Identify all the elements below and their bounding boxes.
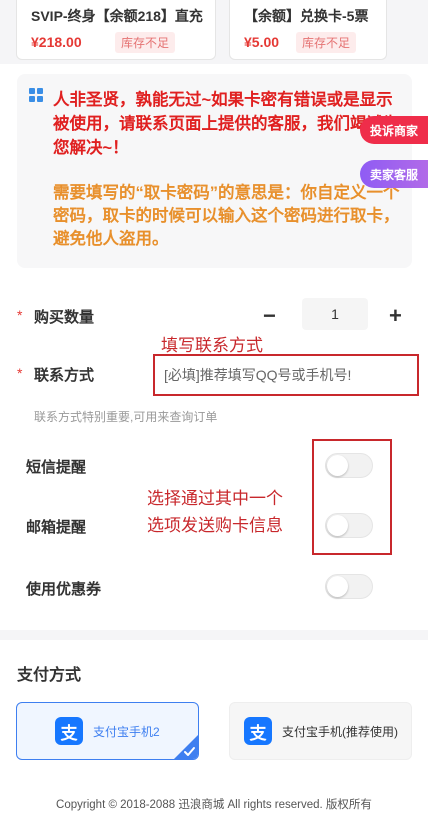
product-card[interactable]: SVIP-终身【余额218】直充 ¥218.00 库存不足 xyxy=(16,0,216,60)
stock-badge: 库存不足 xyxy=(115,32,176,53)
grid-icon xyxy=(29,88,43,102)
annotation-choose-line2: 选项发送购卡信息 xyxy=(147,516,283,535)
product-price: ¥218.00 xyxy=(31,34,82,50)
payment-option-label: 支付宝手机(推荐使用) xyxy=(282,724,398,739)
product-name: 【余额】兑换卡-5票 xyxy=(244,8,369,24)
complain-seller-button[interactable]: 投诉商家 xyxy=(360,116,428,144)
quantity-decrement-button[interactable]: − xyxy=(263,303,276,329)
contact-hint: 联系方式特别重要,可用来查询订单 xyxy=(34,410,218,424)
coupon-toggle[interactable] xyxy=(325,574,373,599)
sms-notify-label: 短信提醒 xyxy=(26,459,87,476)
payment-option-label: 支付宝手机2 xyxy=(93,724,160,739)
product-strip: SVIP-终身【余额218】直充 ¥218.00 库存不足 【余额】兑换卡-5票… xyxy=(0,0,428,64)
annotation-contact: 填写联系方式 xyxy=(161,336,263,355)
stock-badge: 库存不足 xyxy=(296,32,357,53)
product-price: ¥5.00 xyxy=(244,34,280,50)
seller-service-button[interactable]: 卖家客服 xyxy=(360,160,428,188)
notice-box: 人非圣贤，孰能无过~如果卡密有错误或是显示被使用，请联系页面上提供的客服，我们竭… xyxy=(17,74,412,268)
contact-label: 联系方式 xyxy=(34,367,95,384)
notice-password-text: 需要填写的“取卡密码”的意思是：你自定义一个密码，取卡的时候可以输入这个密码进行… xyxy=(53,184,400,248)
contact-input[interactable]: [必填]推荐填写QQ号或手机号! xyxy=(153,354,419,396)
alipay-icon: 支 xyxy=(244,717,272,745)
quantity-label: 购买数量 xyxy=(34,309,95,326)
required-mark: * xyxy=(17,307,23,323)
quantity-input[interactable]: 1 xyxy=(302,298,368,330)
section-divider xyxy=(0,630,428,640)
quantity-increment-button[interactable]: + xyxy=(389,303,402,329)
email-notify-label: 邮箱提醒 xyxy=(26,519,87,536)
alipay-icon: 支 xyxy=(55,717,83,745)
product-card[interactable]: 【余额】兑换卡-5票 ¥5.00 库存不足 xyxy=(229,0,387,60)
payment-title: 支付方式 xyxy=(17,667,82,684)
required-mark: * xyxy=(17,365,23,381)
annotation-highlight-box xyxy=(312,439,392,555)
toggle-knob xyxy=(327,576,348,597)
notice-error-text: 人非圣贤，孰能无过~如果卡密有错误或是显示被使用，请联系页面上提供的客服，我们竭… xyxy=(53,91,400,157)
selected-check-icon xyxy=(174,735,198,759)
footer-copyright: Copyright © 2018-2088 迅浪商城 All rights re… xyxy=(56,799,372,811)
coupon-label: 使用优惠券 xyxy=(26,581,102,598)
product-name: SVIP-终身【余额218】直充 xyxy=(31,8,203,24)
payment-option-alipay-mobile-recommended[interactable]: 支 支付宝手机(推荐使用) xyxy=(229,702,412,760)
annotation-choose-line1: 选择通过其中一个 xyxy=(147,489,283,508)
payment-option-alipay-mobile2[interactable]: 支 支付宝手机2 xyxy=(16,702,199,760)
